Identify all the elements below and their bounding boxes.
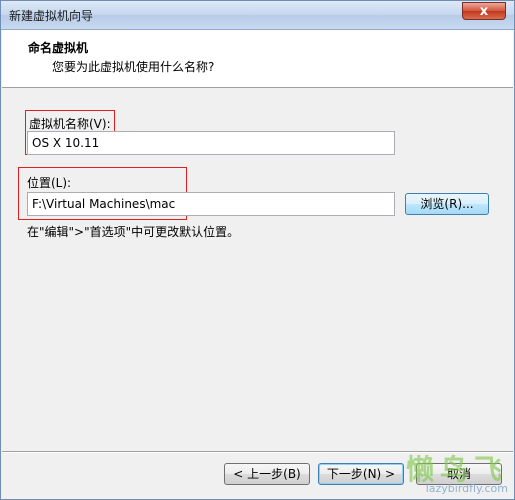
vm-name-input[interactable]: OS X 10.11 [27, 131, 395, 155]
page-title: 命名虚拟机 [28, 41, 89, 55]
close-icon: x [479, 4, 489, 19]
location-input[interactable]: F:\Virtual Machines\mac [27, 192, 395, 216]
watermark: 懒鸟飞 lazybirdfly.com [406, 448, 508, 495]
page-subtitle: 您要为此虚拟机使用什么名称? [52, 60, 215, 74]
browse-button[interactable]: 浏览(R)... [405, 193, 489, 215]
location-label: 位置(L): [27, 176, 72, 190]
next-button[interactable]: 下一步(N) > [318, 463, 404, 485]
location-hint: 在"编辑">"首选项"中可更改默认位置。 [27, 225, 240, 239]
vm-name-label: 虚拟机名称(V): [29, 117, 111, 131]
window-title: 新建虚拟机向导 [9, 9, 94, 23]
wizard-header: 命名虚拟机 您要为此虚拟机使用什么名称? [2, 30, 513, 88]
close-button[interactable]: x [462, 2, 506, 20]
title-bar[interactable]: 新建虚拟机向导 x [1, 1, 514, 30]
back-button[interactable]: < 上一步(B) [224, 463, 310, 485]
wizard-window: 新建虚拟机向导 x 命名虚拟机 您要为此虚拟机使用什么名称? 虚拟机名称(V):… [0, 0, 515, 500]
